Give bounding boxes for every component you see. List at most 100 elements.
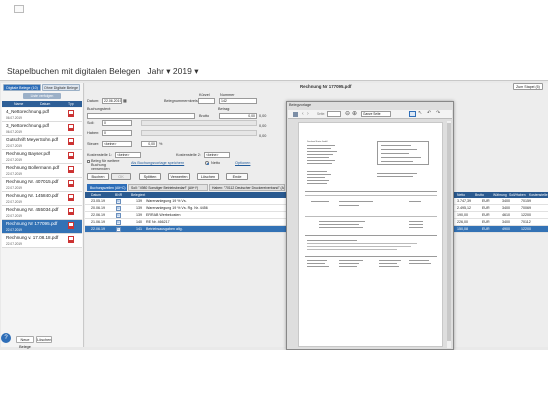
nummer-field[interactable]: 142	[219, 98, 257, 104]
page-label: Seite:	[317, 112, 326, 116]
list-item[interactable]: Rechnung Nr 177095.pdf 22.07.2019	[2, 220, 82, 234]
save-template-link[interactable]: Als Buchungsvorlage speichern	[131, 161, 184, 165]
betrag-label: Betrag:	[218, 107, 231, 111]
tab-soll[interactable]: Soll: "4980 Sonstiger Betriebsbedarf" (A…	[128, 184, 208, 191]
kostenstelle1-dropdown[interactable]: <keine>	[115, 152, 141, 158]
buchen-button[interactable]: Buchen	[87, 173, 109, 180]
zoom-out-icon[interactable]: ⊖	[345, 110, 350, 117]
pdf-icon	[68, 124, 74, 131]
list-action-button[interactable]: Liste verfolgen	[23, 93, 61, 99]
list-item[interactable]: Rechnung Nr. 407015.pdf 22.07.2019	[2, 178, 82, 192]
verwerfen-button[interactable]: Verwerfen	[168, 173, 190, 180]
cell-netto: 2.495,12	[457, 206, 471, 210]
cell-haben: 12200	[521, 213, 531, 217]
item-name: Rechnung v. 17.08.18.pdf	[6, 235, 59, 240]
item-date: 22.07.2019	[6, 228, 22, 232]
cell-bnr: 139	[136, 213, 142, 217]
haben-field[interactable]: 0	[102, 130, 132, 136]
calendar-icon[interactable]: ▦	[123, 98, 127, 103]
ende-button[interactable]: Ende	[226, 173, 248, 180]
cell-bnr: 139	[136, 206, 142, 210]
cell-waehrung: EUR	[482, 227, 490, 231]
soll-label: Soll:	[87, 121, 95, 125]
betrag-field[interactable]: 0,00	[219, 113, 257, 119]
cell-soll: 3400	[502, 206, 510, 210]
cell-datum: 20.06.19	[91, 206, 105, 210]
kostenstelle1-label: Kostenstelle 1:	[87, 153, 112, 157]
steuer-dropdown[interactable]: <keine>	[102, 141, 132, 147]
pdf-icon	[68, 138, 74, 145]
booking-icon: fx	[116, 213, 121, 218]
ok-button[interactable]: OK	[111, 173, 131, 180]
cell-soll: 3400	[502, 199, 510, 203]
loeschen-button[interactable]: Löschen	[197, 173, 219, 180]
nummer-label: Nummer	[220, 93, 235, 97]
zoom-in-icon[interactable]: ⊕	[352, 110, 357, 117]
help-icon[interactable]: ?	[1, 333, 11, 343]
year-label: Jahr	[147, 66, 164, 76]
rotate-right-icon[interactable]: ↷	[436, 110, 440, 116]
booking-icon: fx	[116, 220, 121, 225]
delete-beleg-button[interactable]: Löschen	[36, 336, 52, 343]
item-name: Rechnung Nr. 455034.pdf	[6, 207, 59, 212]
preview-scrollbar[interactable]	[447, 121, 451, 348]
item-date: 06.07.2019	[6, 116, 22, 120]
buchungstext-field[interactable]	[87, 113, 195, 119]
kostenstelle2-dropdown[interactable]: <keine>	[204, 152, 230, 158]
select-tool-icon[interactable]	[409, 111, 416, 117]
tab-digitale-belege[interactable]: Digitale Belege (10)	[3, 84, 41, 91]
page-number-field[interactable]	[327, 111, 341, 117]
list-item[interactable]: Rechnung Bollermann.pdf 22.07.2019	[2, 164, 82, 178]
splitten-button[interactable]: Splitten	[139, 173, 161, 180]
cell-waehrung: EUR	[482, 199, 490, 203]
year-dropdown[interactable]: Jahr ▾ 2019 ▾	[143, 66, 198, 76]
col-typ[interactable]: Typ	[68, 101, 74, 107]
hand-tool-icon[interactable]: ↖	[418, 110, 422, 116]
item-name: Gutschrift MeyerSohn.pdf	[6, 137, 59, 142]
reuse-checkbox[interactable]	[87, 160, 90, 163]
cell-waehrung: EUR	[482, 206, 490, 210]
zoom-dropdown[interactable]: Ganze Seite	[361, 111, 391, 117]
cell-haben: 12200	[521, 227, 531, 231]
cell-datum: 23.05.19	[91, 199, 105, 203]
item-name: Rechnung Nr. 145840.pdf	[6, 193, 59, 198]
pdf-icon	[68, 152, 74, 159]
list-item[interactable]: Rechnung v. 17.08.18.pdf 22.07.2019	[2, 234, 82, 248]
booking-icon: fx	[116, 227, 121, 232]
kuerzel-field[interactable]	[198, 98, 215, 104]
datum-label: Datum:	[87, 99, 100, 103]
list-item[interactable]: Rechnung Nr. 145840.pdf 22.07.2019	[2, 192, 82, 206]
print-icon[interactable]	[293, 112, 298, 117]
cell-soll: 4900	[502, 227, 510, 231]
logo-icon	[14, 5, 24, 13]
col-datum[interactable]: Datum	[40, 101, 50, 107]
list-item[interactable]: Rechnung Bayser.pdf 22.07.2019	[2, 150, 82, 164]
col-name[interactable]: Name	[14, 101, 23, 107]
steuer-amount[interactable]: 0,00	[141, 141, 157, 147]
page-title: Stapelbuchen mit digitalen Belegen Jahr …	[7, 66, 198, 77]
list-item[interactable]: Rechnung Nr. 455034.pdf 22.07.2019	[2, 206, 82, 220]
soll-account-name	[141, 120, 257, 126]
item-name: Rechnung Bollermann.pdf	[6, 165, 60, 170]
cell-datum: 22.06.19	[91, 227, 105, 231]
rotate-left-icon[interactable]: ↶	[427, 110, 431, 116]
list-item[interactable]: 3_Nettorechnung.pdf 06.07.2019	[2, 122, 82, 136]
optionen-link[interactable]: Optionen	[235, 161, 250, 165]
page-next-icon[interactable]: ›	[307, 111, 309, 117]
tab-ohne-belege[interactable]: Ohne Digitale Belege	[42, 84, 80, 91]
datum-field[interactable]: 22.06.2019	[102, 98, 122, 104]
list-item[interactable]: Gutschrift MeyerSohn.pdf 22.07.2019	[2, 136, 82, 150]
tab-haben[interactable]: Haben: "70112 Deutscher Druckereiverband…	[209, 184, 285, 191]
new-belege-button[interactable]: Neue Belege	[16, 336, 34, 349]
page-prev-icon[interactable]: ‹	[302, 111, 304, 117]
item-name: Rechnung Nr 177095.pdf	[6, 221, 58, 226]
tab-buchungszeilen[interactable]: Buchungszeilen (Alt+C)	[87, 184, 127, 191]
soll-field[interactable]: 0	[102, 120, 132, 126]
list-item[interactable]: 4_Nettorechnung.pdf 06.07.2019	[2, 108, 82, 122]
zum-stapel-button[interactable]: Zum Stapel (5)	[513, 83, 543, 90]
cell-belegtext: Warenanlegung 19 % Vs. Rg. Nr. 4456	[146, 206, 208, 210]
cell-soll: 4610	[502, 213, 510, 217]
cell-belegtext: RE Nr. 466217	[146, 220, 170, 224]
cell-waehrung: EUR	[482, 220, 490, 224]
netto-radio[interactable]	[205, 161, 209, 165]
